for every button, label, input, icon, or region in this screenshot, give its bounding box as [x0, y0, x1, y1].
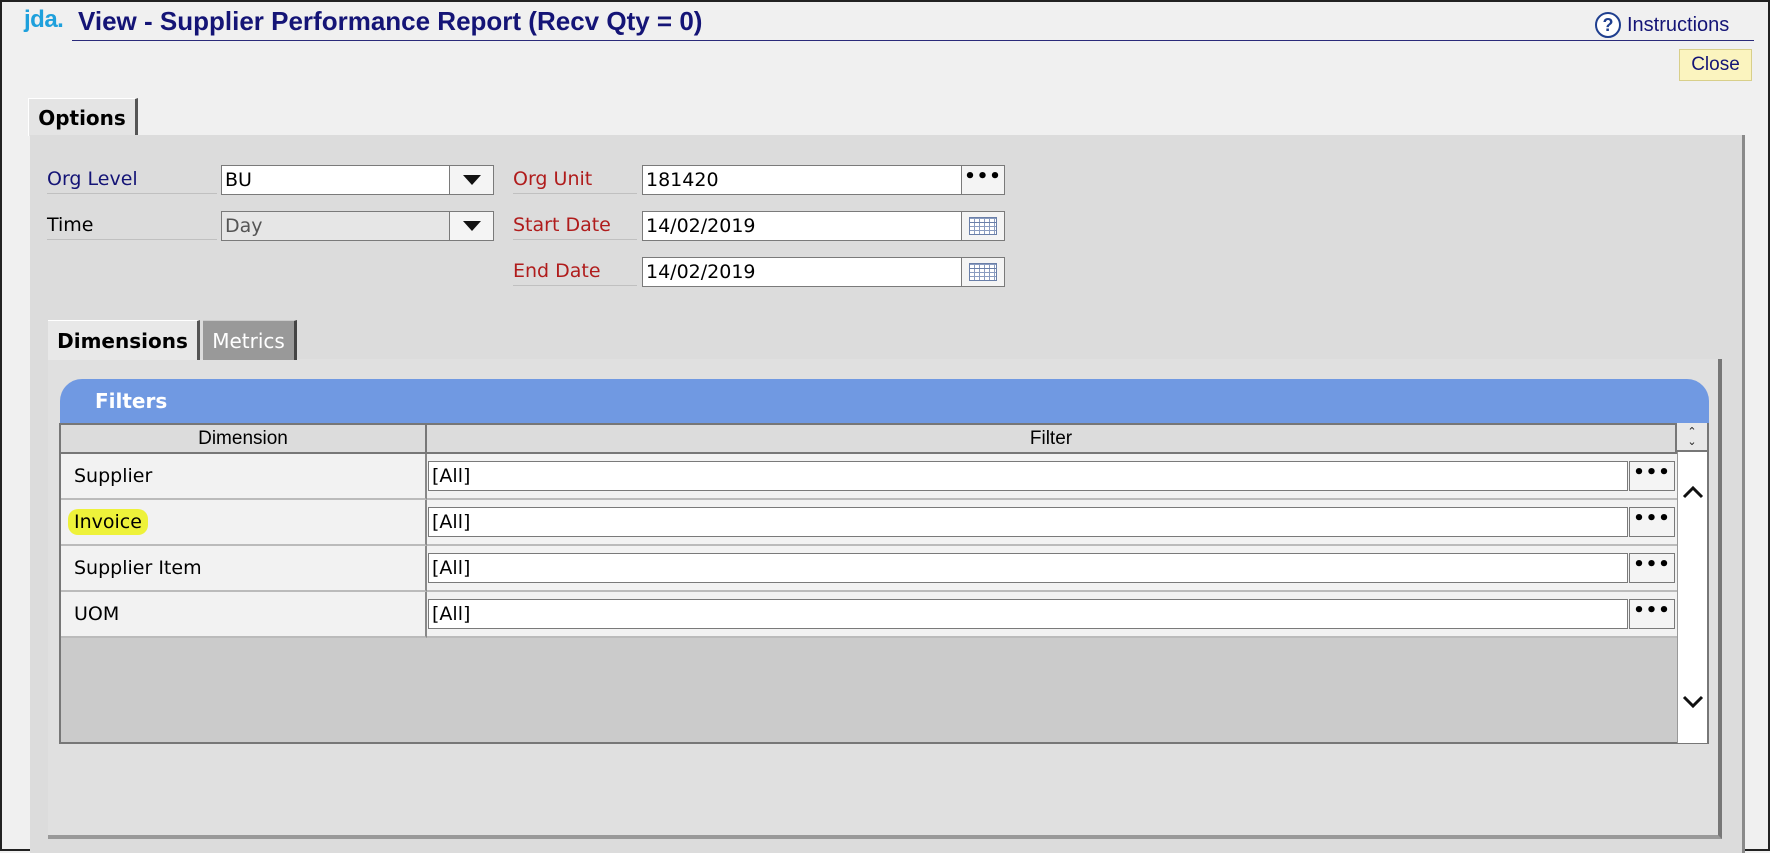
- org-unit-input[interactable]: 181420: [642, 165, 962, 195]
- instructions-label: Instructions: [1627, 13, 1730, 36]
- filter-lookup-button-uom[interactable]: •••: [1629, 599, 1675, 629]
- time-dropdown-button[interactable]: [449, 211, 494, 241]
- start-date-input[interactable]: 14/02/2019: [642, 211, 962, 241]
- filter-lookup-button-supplier[interactable]: •••: [1629, 461, 1675, 491]
- org-level-dropdown-button[interactable]: [449, 165, 494, 195]
- close-button[interactable]: Close: [1679, 49, 1752, 81]
- filter-lookup-button-supplier-item[interactable]: •••: [1629, 553, 1675, 583]
- filter-lookup-button-invoice[interactable]: •••: [1629, 507, 1675, 537]
- tab-options[interactable]: Options: [28, 98, 138, 136]
- table-row-dimension: Supplier: [61, 454, 427, 500]
- column-header-dimension[interactable]: Dimension: [61, 425, 427, 454]
- filter-input-supplier[interactable]: [All]: [428, 461, 1628, 491]
- start-date-calendar-button[interactable]: [961, 211, 1005, 241]
- dimension-label-highlighted: Invoice: [68, 509, 148, 535]
- page-title: View - Supplier Performance Report (Recv…: [78, 6, 703, 36]
- time-label: Time: [47, 210, 217, 240]
- dimension-label: UOM: [74, 603, 120, 625]
- column-header-filter[interactable]: Filter: [427, 425, 1677, 454]
- end-date-calendar-button[interactable]: [961, 257, 1005, 287]
- title-divider: [72, 40, 1754, 41]
- tab-dimensions[interactable]: Dimensions: [48, 320, 200, 360]
- table-row-dimension: Supplier Item: [61, 546, 427, 592]
- org-unit-label: Org Unit: [513, 164, 637, 194]
- start-date-label: Start Date: [513, 210, 637, 240]
- end-date-input[interactable]: 14/02/2019: [642, 257, 962, 287]
- more-icon: •••: [1633, 508, 1671, 529]
- org-level-label: Org Level: [47, 164, 217, 194]
- instructions-link[interactable]: ? Instructions: [1595, 11, 1729, 39]
- end-date-label: End Date: [513, 256, 637, 286]
- filters-header: Filters: [60, 379, 1709, 423]
- scroll-up-button[interactable]: [1678, 474, 1708, 510]
- calendar-icon: [969, 217, 997, 235]
- more-icon: •••: [964, 166, 1002, 187]
- more-icon: •••: [1633, 600, 1671, 621]
- table-row-dimension: UOM: [61, 592, 427, 638]
- table-row-dimension: Invoice: [61, 500, 427, 546]
- time-select[interactable]: Day: [221, 211, 450, 241]
- chevron-up-icon: [1682, 485, 1704, 499]
- more-icon: •••: [1633, 554, 1671, 575]
- filters-title: Filters: [95, 389, 168, 413]
- chevron-down-icon: [1682, 695, 1704, 709]
- filter-input-invoice[interactable]: [All]: [428, 507, 1628, 537]
- help-icon: ?: [1595, 12, 1621, 38]
- calendar-icon: [969, 263, 997, 281]
- filter-input-supplier-item[interactable]: [All]: [428, 553, 1628, 583]
- scroll-down-button[interactable]: [1678, 684, 1708, 720]
- chevron-down-icon: [462, 221, 481, 231]
- org-unit-lookup-button[interactable]: •••: [961, 165, 1005, 195]
- chevron-down-icon: [462, 175, 481, 185]
- more-icon: •••: [1633, 462, 1671, 483]
- sort-down-icon: ⌄: [1687, 434, 1697, 448]
- filter-input-uom[interactable]: [All]: [428, 599, 1628, 629]
- org-level-select[interactable]: BU: [221, 165, 450, 195]
- dimension-label: Supplier Item: [74, 557, 202, 579]
- sort-toggle[interactable]: ⌃ ⌄: [1677, 423, 1707, 452]
- dimension-label: Supplier: [74, 465, 153, 487]
- tab-metrics[interactable]: Metrics: [203, 320, 297, 360]
- jda-logo: jda.: [24, 6, 64, 33]
